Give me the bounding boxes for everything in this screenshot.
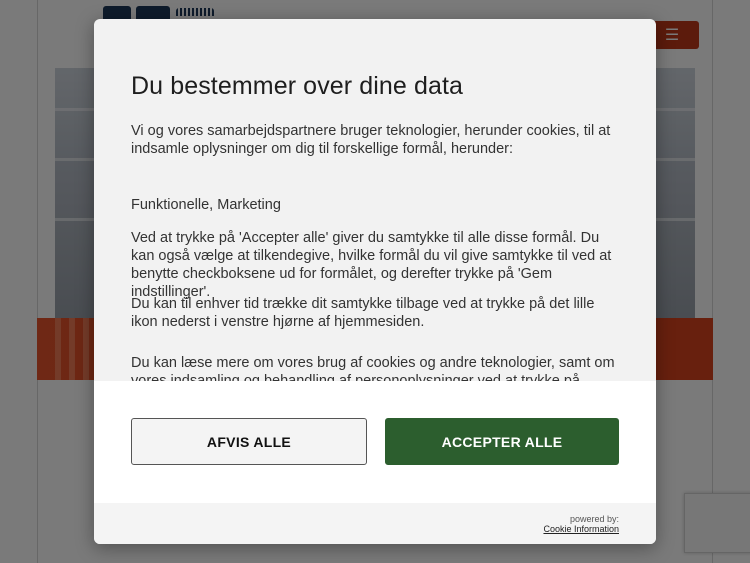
withdraw-info-text: Du kan til enhver tid trække dit samtykk… [131, 296, 595, 330]
intro-text: Vi og vores samarbejdspartnere bruger te… [131, 123, 611, 157]
powered-by: powered by: Cookie Information [543, 514, 619, 534]
read-more-text: Du kan læse mere om vores brug af cookie… [131, 355, 615, 381]
accept-info-text: Ved at trykke på 'Accepter alle' giver d… [131, 230, 612, 300]
dialog-title: Du bestemmer over dine data [131, 72, 464, 100]
accept-all-button[interactable]: ACCEPTER ALLE [385, 418, 619, 465]
button-area: AFVIS ALLE ACCEPTER ALLE [94, 381, 656, 503]
dialog-footer: powered by: Cookie Information [94, 503, 656, 544]
cookie-information-link[interactable]: Cookie Information [543, 524, 619, 534]
consent-text-scroll-area[interactable]: Du bestemmer over dine data Vi og vores … [94, 19, 656, 381]
reject-all-button[interactable]: AFVIS ALLE [131, 418, 367, 465]
cookie-consent-dialog: Du bestemmer over dine data Vi og vores … [94, 19, 656, 544]
purposes-text: Funktionelle, Marketing [131, 197, 281, 213]
powered-by-label: powered by: [569, 514, 619, 524]
